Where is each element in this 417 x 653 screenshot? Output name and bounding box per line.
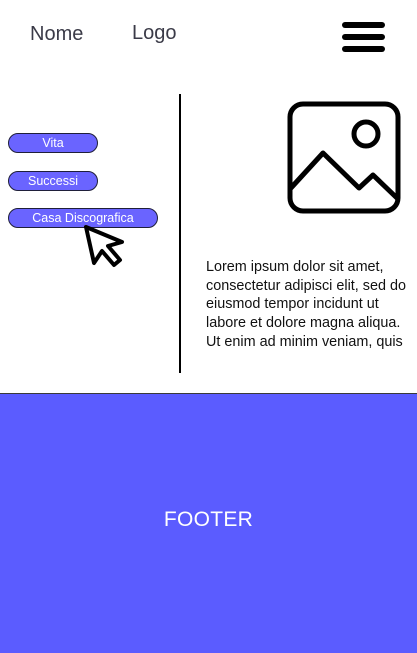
image-placeholder-icon: [287, 101, 401, 214]
mouse-pointer-icon: [84, 225, 124, 267]
hamburger-bar: [342, 46, 385, 52]
nav-button-successi[interactable]: Successi: [8, 171, 98, 191]
site-logo[interactable]: Logo: [132, 21, 177, 45]
body-text: Lorem ipsum dolor sit amet, consectetur …: [206, 259, 406, 350]
page: Nome Logo Vita Successi Casa Discografic…: [0, 0, 417, 653]
vertical-divider: [179, 94, 181, 373]
hamburger-menu-icon[interactable]: [342, 22, 385, 54]
footer-label: FOOTER: [163, 508, 254, 531]
footer: FOOTER: [0, 393, 417, 653]
hamburger-bar: [342, 22, 385, 28]
nav-button-vita[interactable]: Vita: [8, 133, 98, 153]
site-name[interactable]: Nome: [30, 22, 83, 46]
hamburger-bar: [342, 34, 385, 40]
